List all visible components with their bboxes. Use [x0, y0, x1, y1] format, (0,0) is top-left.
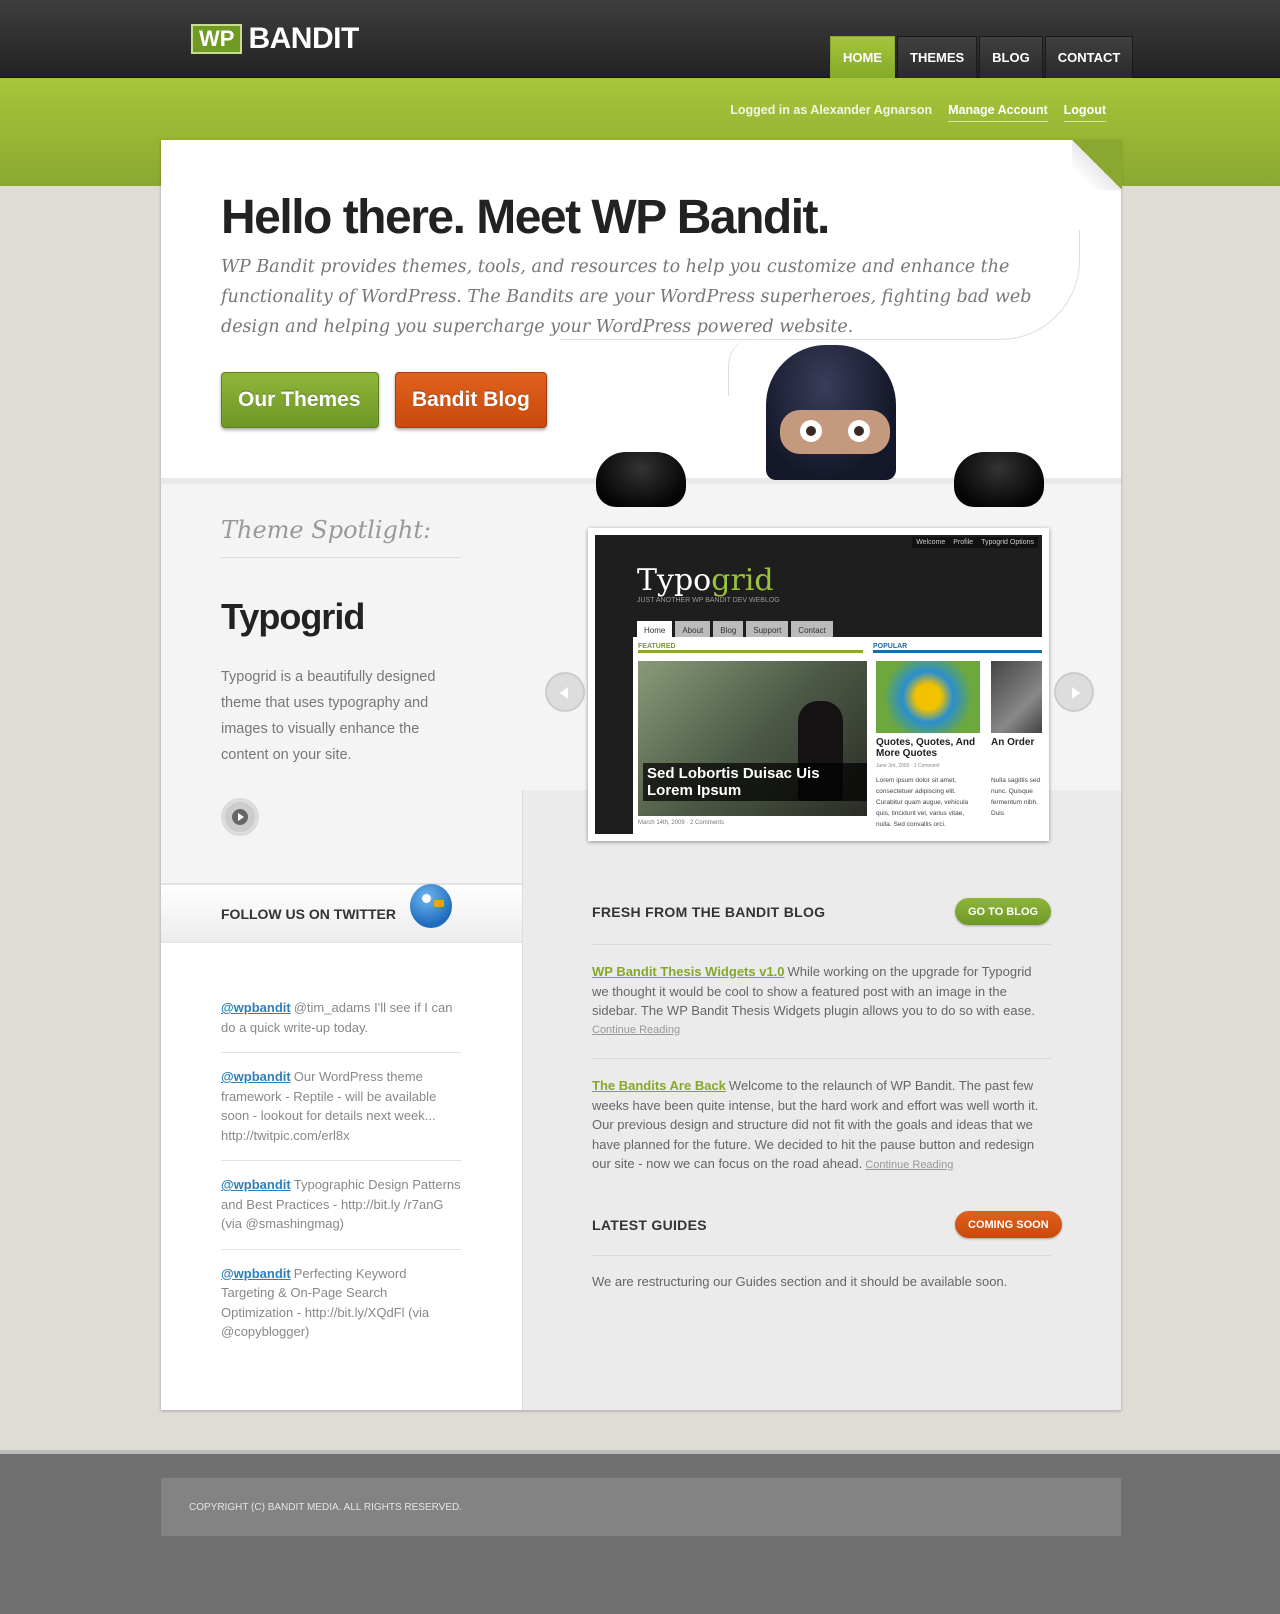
tweet-user-link[interactable]: @wpbandit	[221, 1266, 291, 1281]
hero-title: Hello there. Meet WP Bandit.	[221, 191, 830, 244]
bandit-right-hand	[954, 452, 1044, 507]
tweet-user-link[interactable]: @wpbandit	[221, 1000, 291, 1015]
spotlight-divider	[221, 557, 461, 558]
preview-caption: Sed Lobortis Duisac Uis Lorem Ipsum	[643, 763, 867, 801]
preview-title-part: Typo	[637, 563, 712, 598]
preview-tagline: JUST ANOTHER WP BANDIT DEV WEBLOG	[637, 597, 780, 604]
play-button[interactable]	[221, 798, 259, 836]
nav-item-themes[interactable]: THEMES	[897, 36, 978, 78]
logo-badge: WP	[191, 24, 243, 54]
guides-section-title: LATEST GUIDES	[592, 1217, 707, 1233]
main-nav: HOME THEMES BLOG CONTACT	[830, 36, 1134, 78]
preview-tabs: Home About Blog Support Contact	[637, 621, 833, 638]
preview-tab: Contact	[791, 621, 833, 638]
blog-post-title-link[interactable]: The Bandits Are Back	[592, 1078, 726, 1093]
bird-beak	[434, 900, 444, 907]
preview-popular-title-2: An Order	[991, 737, 1035, 748]
twitter-bird-icon	[410, 878, 454, 930]
nav-item-contact[interactable]: CONTACT	[1044, 36, 1134, 78]
preview-topnav-item: Profile	[953, 539, 974, 546]
twitter-title: FOLLOW US ON TWITTER	[221, 906, 396, 922]
slider-next-arrow[interactable]	[1054, 672, 1094, 712]
tweet: @wpbandit @tim_adams I'll see if I can do…	[221, 998, 461, 1053]
theme-preview[interactable]: Welcome Profile Typogrid Options Typogri…	[588, 528, 1049, 841]
preview-tab: Blog	[713, 621, 744, 638]
bandit-left-eye	[800, 420, 822, 442]
blog-divider	[592, 1058, 1051, 1059]
blog-section-title: FRESH FROM THE BANDIT BLOG	[592, 904, 826, 920]
preview-topnav: Welcome Profile Typogrid Options	[912, 537, 1038, 548]
tweet-user-link[interactable]: @wpbandit	[221, 1069, 291, 1084]
blog-divider	[592, 944, 1051, 945]
hero-description: WP Bandit provides themes, tools, and re…	[221, 257, 1032, 337]
tweet-user-link[interactable]: @wpbandit	[221, 1177, 291, 1192]
logo[interactable]: WP BANDIT	[191, 24, 359, 54]
preview-tab: Home	[637, 621, 673, 638]
guides-text: We are restructuring our Guides section …	[592, 1274, 1008, 1289]
logout-link[interactable]: Logout	[1063, 103, 1106, 122]
nav-item-blog[interactable]: BLOG	[979, 36, 1043, 78]
play-icon	[238, 813, 244, 821]
preview-popular-title: Quotes, Quotes, And More Quotes	[876, 737, 976, 759]
theme-preview-inner: Welcome Profile Typogrid Options Typogri…	[595, 535, 1042, 834]
our-themes-button[interactable]: Our Themes	[221, 372, 379, 428]
footer-copyright: COPYRIGHT (C) BANDIT MEDIA. ALL RIGHTS R…	[189, 1502, 463, 1513]
preview-second-image	[991, 661, 1042, 733]
continue-reading-link[interactable]: Continue Reading	[865, 1159, 953, 1171]
go-to-blog-button[interactable]: GO TO BLOG	[955, 898, 1052, 925]
blog-post-title-link[interactable]: WP Bandit Thesis Widgets v1.0	[592, 964, 785, 979]
bandit-mascot-eyes	[780, 410, 890, 454]
preview-body: FEATURED POPULAR Sed Lobortis Duisac Uis…	[633, 637, 1042, 834]
tweet: @wpbandit Our WordPress theme framework -…	[221, 1067, 461, 1161]
preview-parrot-image	[876, 661, 980, 733]
spotlight-title: Typogrid	[221, 596, 365, 637]
tweet-list: @wpbandit @tim_adams I'll see if I can do…	[221, 998, 461, 1371]
bandit-right-eye	[848, 420, 870, 442]
preview-popular-text: Lorem ipsum dolor sit amet, consectetuer…	[876, 777, 969, 828]
preview-meta: March 14th, 2009 · 2 Comments	[638, 820, 725, 826]
tweet: @wpbandit Typographic Design Patterns and…	[221, 1175, 461, 1250]
blog-post: The Bandits Are Back Welcome to the relau…	[592, 1076, 1044, 1176]
preview-featured-label: FEATURED	[638, 643, 863, 653]
preview-popular-label: POPULAR	[873, 643, 1042, 653]
preview-site-title: Typogrid	[637, 563, 774, 598]
preview-popular-date: June 3rd, 2009 · 1 Comment	[876, 763, 940, 769]
manage-account-link[interactable]: Manage Account	[948, 103, 1048, 122]
preview-topnav-item: Typogrid Options	[981, 539, 1034, 546]
slider-prev-arrow[interactable]	[545, 672, 585, 712]
preview-tab: About	[675, 621, 711, 638]
bandit-left-hand	[596, 452, 686, 507]
blog-post: WP Bandit Thesis Widgets v1.0 While worki…	[592, 962, 1044, 1040]
tweet: @wpbandit Perfecting Keyword Targeting & …	[221, 1264, 461, 1357]
bandit-blog-button[interactable]: Bandit Blog	[395, 372, 547, 428]
nav-item-home[interactable]: HOME	[830, 36, 895, 78]
spotlight-label: Theme Spotlight:	[221, 516, 432, 544]
spotlight-description: Typogrid is a beautifully designed theme…	[221, 669, 436, 763]
preview-popular-text-2: Nulla sagittis sed nunc. Quisque ferment…	[991, 777, 1041, 817]
guides-divider	[592, 1255, 1051, 1256]
preview-topnav-item: Welcome	[916, 539, 946, 546]
bird-eye	[422, 894, 431, 903]
coming-soon-button[interactable]: COMING SOON	[955, 1211, 1062, 1238]
bird-body	[410, 884, 452, 928]
continue-reading-link[interactable]: Continue Reading	[592, 1021, 1044, 1041]
logged-in-text: Logged in as Alexander Agnarson	[730, 103, 933, 117]
preview-tab: Support	[746, 621, 789, 638]
user-bar: Logged in as Alexander Agnarson Manage A…	[730, 103, 1106, 122]
preview-featured-image: Sed Lobortis Duisac Uis Lorem Ipsum	[638, 661, 867, 816]
preview-title-part: grid	[711, 563, 774, 598]
page-curl	[1072, 140, 1122, 190]
logo-text: BANDIT	[248, 22, 359, 55]
